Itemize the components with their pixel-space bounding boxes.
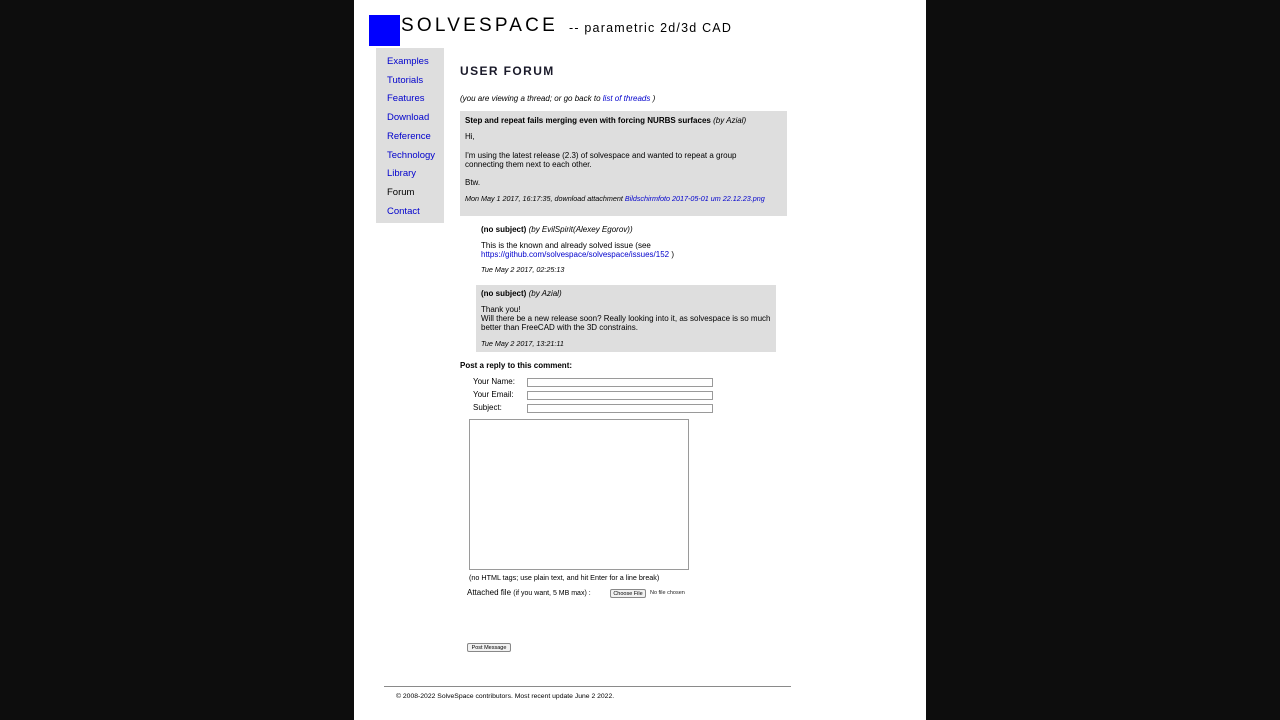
post-subject: Step and repeat fails merging even with …: [465, 116, 711, 125]
post-header: (no subject) (by Azial): [481, 289, 562, 298]
post-subject: (no subject): [481, 289, 527, 298]
attach-label-text: Attached file: [467, 588, 512, 597]
list-of-threads-link[interactable]: list of threads: [603, 94, 651, 103]
sidebar-item-library[interactable]: Library: [387, 168, 416, 179]
email-label: Your Email:: [473, 390, 514, 399]
post-body: This is the known and already solved iss…: [481, 241, 711, 259]
message-hint: (no HTML tags; use plain text, and hit E…: [469, 573, 660, 582]
post-subject: (no subject): [481, 225, 527, 234]
post-meta: Mon May 1 2017, 16:17:35, download attac…: [465, 194, 765, 204]
message-textarea[interactable]: [469, 419, 689, 570]
post-author: (by Azial): [528, 289, 562, 298]
post-timestamp: Tue May 2 2017, 13:21:11: [481, 339, 564, 348]
name-field[interactable]: [527, 378, 713, 387]
post-body-line: Will there be a new release soon? Really…: [481, 314, 771, 332]
sidebar-item-contact[interactable]: Contact: [387, 206, 420, 217]
post-author: (by Azial): [713, 116, 747, 125]
attachment-link[interactable]: Bildschirmfoto 2017-05-01 um 22.12.23.pn…: [625, 194, 765, 203]
post-body-text: ): [671, 250, 675, 259]
subject-field[interactable]: [527, 404, 713, 413]
thread-nav-prefix: (you are viewing a thread; or go back to: [460, 94, 601, 103]
sidebar-item-tutorials[interactable]: Tutorials: [387, 75, 423, 86]
sidebar-item-features[interactable]: Features: [387, 93, 425, 104]
page: SOLVESPACE -- parametric 2d/3d CAD Examp…: [354, 0, 926, 720]
no-file-chosen-text: No file chosen: [650, 590, 685, 596]
attach-label: Attached file (if you want, 5 MB max) :: [467, 588, 591, 597]
subject-label: Subject:: [473, 403, 502, 412]
post-message-button[interactable]: Post Message: [467, 643, 511, 652]
name-label: Your Name:: [473, 377, 515, 386]
tagline: -- parametric 2d/3d CAD: [569, 21, 733, 35]
page-title: USER FORUM: [460, 64, 555, 78]
footer-copyright: © 2008-2022 SolveSpace contributors. Mos…: [396, 693, 615, 700]
forum-post-reply: (no subject) (by Azial) Thank you! Will …: [476, 285, 776, 352]
footer-divider: [384, 686, 791, 687]
post-body-line: I'm using the latest release (2.3) of so…: [465, 151, 737, 169]
post-body-line: Btw.: [465, 178, 481, 187]
thread-nav-suffix: ): [652, 94, 656, 103]
post-body-text: This is the known and already solved iss…: [481, 241, 651, 250]
post-body-line: Hi,: [465, 132, 475, 141]
post-timestamp: Tue May 2 2017, 02:25:13: [481, 265, 565, 274]
sidebar-item-forum: Forum: [387, 187, 415, 198]
forum-post-reply: (no subject) (by EvilSpirit(Alexey Egoro…: [476, 223, 776, 277]
brand-name: SOLVESPACE: [401, 15, 558, 36]
sidebar-item-technology[interactable]: Technology: [387, 150, 435, 161]
forum-post-original: Step and repeat fails merging even with …: [460, 111, 787, 216]
logo-square: [369, 15, 400, 46]
email-field[interactable]: [527, 391, 713, 400]
post-timestamp: Mon May 1 2017, 16:17:35, download attac…: [465, 194, 623, 203]
github-issue-link[interactable]: https://github.com/solvespace/solvespace…: [481, 250, 669, 259]
sidebar-item-download[interactable]: Download: [387, 112, 429, 123]
sidebar-item-reference[interactable]: Reference: [387, 131, 431, 142]
sidebar-item-examples[interactable]: Examples: [387, 56, 429, 67]
thread-nav: (you are viewing a thread; or go back to…: [460, 94, 655, 103]
reply-heading: Post a reply to this comment:: [460, 361, 573, 370]
post-header: (no subject) (by EvilSpirit(Alexey Egoro…: [481, 225, 633, 234]
attach-note: (if you want, 5 MB max) :: [513, 590, 591, 597]
sidebar-nav: Examples Tutorials Features Download Ref…: [376, 48, 444, 223]
post-body-line: Thank you!: [481, 305, 521, 314]
choose-file-button[interactable]: Choose File: [610, 589, 646, 598]
post-header: Step and repeat fails merging even with …: [465, 116, 785, 125]
post-author: (by EvilSpirit(Alexey Egorov)): [528, 225, 633, 234]
